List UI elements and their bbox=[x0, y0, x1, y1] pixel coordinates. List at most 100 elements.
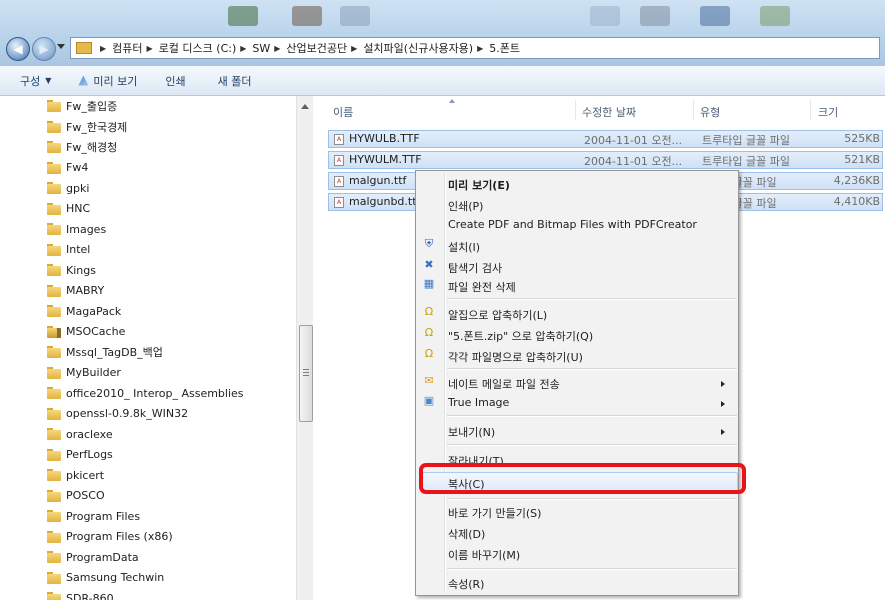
breadcrumb-item[interactable]: ▶ 설치파일(신규사용자용) bbox=[347, 40, 473, 56]
tree-item[interactable]: pkicert bbox=[0, 465, 296, 486]
nate-mail-icon: ✉ bbox=[424, 374, 434, 387]
navigation-tree: Fw_출입증 Fw_한국경제 Fw_해경청 Fw4 gpki HNC Images Intel… bbox=[0, 96, 296, 600]
tree-item[interactable]: HNC bbox=[0, 199, 296, 220]
file-type: 트루타입 글꼴 파일 bbox=[702, 155, 790, 168]
command-toolbar: 구성 ▼ 미리 보기 인쇄 새 폴더 bbox=[0, 66, 885, 96]
tree-item-label: MagaPack bbox=[66, 304, 122, 318]
true-image-icon: ▣ bbox=[423, 394, 435, 407]
menu-item-create-shortcut[interactable]: 바로 가기 만들기(S) bbox=[448, 505, 541, 521]
scroll-up-arrow-icon[interactable] bbox=[301, 104, 309, 109]
tree-item[interactable]: POSCO bbox=[0, 486, 296, 507]
new-folder-button[interactable]: 새 폴더 bbox=[196, 73, 262, 89]
column-header-name[interactable]: 이름 bbox=[333, 104, 353, 120]
breadcrumb-item[interactable]: ▶ 5.폰트 bbox=[473, 40, 520, 56]
tree-item[interactable]: Program Files (x86) bbox=[0, 527, 296, 548]
print-button[interactable]: 인쇄 bbox=[147, 73, 195, 89]
tree-item-label: Fw_해경청 bbox=[66, 141, 118, 155]
tree-item-label: Program Files bbox=[66, 509, 141, 523]
back-arrow-icon[interactable]: ◀ bbox=[6, 37, 30, 61]
tree-item[interactable]: oraclexe bbox=[0, 424, 296, 445]
column-divider[interactable] bbox=[693, 100, 694, 120]
tree-scrollbar[interactable] bbox=[296, 96, 314, 600]
folder-icon bbox=[47, 489, 61, 502]
taskbar-thumbnail bbox=[640, 6, 670, 26]
column-header-size[interactable]: 크기 bbox=[818, 104, 838, 120]
tree-item[interactable]: MyBuilder bbox=[0, 363, 296, 384]
forward-arrow-icon[interactable]: ▶ bbox=[32, 37, 56, 61]
tree-item-label: oraclexe bbox=[66, 427, 113, 441]
folder-icon bbox=[47, 100, 61, 113]
tree-item-label: POSCO bbox=[66, 489, 105, 503]
folder-icon bbox=[47, 243, 61, 256]
tree-item[interactable]: Fw4 bbox=[0, 158, 296, 179]
menu-item-send-to[interactable]: 보내기(N) bbox=[448, 424, 495, 440]
tree-item[interactable]: openssl-0.9.8k_WIN32 bbox=[0, 404, 296, 425]
menu-item-install[interactable]: 설치(I) bbox=[448, 239, 480, 255]
menu-item-alzip-each[interactable]: 각각 파일명으로 압축하기(U) bbox=[448, 349, 583, 365]
menu-item-delete[interactable]: 삭제(D) bbox=[448, 526, 485, 542]
submenu-arrow-icon bbox=[721, 381, 725, 387]
column-divider[interactable] bbox=[575, 100, 576, 120]
tree-item[interactable]: SDR-860 bbox=[0, 588, 296, 600]
menu-item-alzip-compress[interactable]: 알집으로 압축하기(L) bbox=[448, 307, 547, 323]
preview-label: 미리 보기 bbox=[93, 74, 138, 88]
column-divider[interactable] bbox=[810, 100, 811, 120]
menu-item-print[interactable]: 인쇄(P) bbox=[448, 198, 483, 214]
scrollbar-thumb[interactable] bbox=[299, 325, 313, 422]
taskbar-thumbnail bbox=[228, 6, 258, 26]
column-header-type[interactable]: 유형 bbox=[700, 104, 720, 120]
tree-item[interactable]: Intel bbox=[0, 240, 296, 261]
window-title-bar: ◀ ▶ ▶ 컴퓨터 ▶ 로컬 디스크 (C:) ▶ SW ▶ 산업보건공단 ▶ 설치파일(… bbox=[0, 0, 885, 66]
tree-item[interactable]: Samsung Techwin bbox=[0, 568, 296, 589]
tree-item[interactable]: Fw_한국경제 bbox=[0, 117, 296, 138]
file-size: 521KB bbox=[844, 153, 880, 166]
folder-icon bbox=[47, 284, 61, 297]
recent-pages-dropdown-icon[interactable] bbox=[57, 44, 65, 49]
file-row[interactable]: A HYWULB.TTF 2004-11-01 오전... 트루타입 글꼴 파일… bbox=[328, 130, 883, 148]
column-header-modified[interactable]: 수정한 날짜 bbox=[582, 104, 636, 120]
tree-item[interactable]: Fw_출입증 bbox=[0, 96, 296, 117]
tree-item[interactable]: PerfLogs bbox=[0, 445, 296, 466]
folder-icon bbox=[47, 448, 61, 461]
folder-icon bbox=[47, 366, 61, 379]
file-size: 4,410KB bbox=[833, 195, 880, 208]
menu-item-properties[interactable]: 속성(R) bbox=[448, 576, 484, 592]
preview-button[interactable]: 미리 보기 bbox=[61, 73, 147, 89]
tree-item[interactable]: Images bbox=[0, 219, 296, 240]
folder-icon bbox=[76, 42, 92, 54]
address-bar[interactable]: ▶ 컴퓨터 ▶ 로컬 디스크 (C:) ▶ SW ▶ 산업보건공단 ▶ 설치파일(신규사용… bbox=[70, 37, 880, 59]
tree-item-label: Intel bbox=[66, 243, 91, 257]
context-menu: 미리 보기(E) 인쇄(P) Create PDF and Bitmap Fil… bbox=[415, 170, 739, 596]
tree-item[interactable]: office2010_ Interop_ Assemblies bbox=[0, 383, 296, 404]
breadcrumb-item[interactable]: ▶ 컴퓨터 bbox=[96, 40, 143, 56]
tree-item-label: Images bbox=[66, 222, 107, 236]
tree-item-label: office2010_ Interop_ Assemblies bbox=[66, 386, 244, 400]
tree-item[interactable]: ProgramData bbox=[0, 547, 296, 568]
breadcrumb-item[interactable]: ▶ 로컬 디스크 (C:) bbox=[143, 40, 237, 56]
tree-item-label: ProgramData bbox=[66, 550, 139, 564]
tree-item[interactable]: Kings bbox=[0, 260, 296, 281]
menu-item-pdfcreator[interactable]: Create PDF and Bitmap Files with PDFCrea… bbox=[448, 218, 697, 231]
menu-item-explorer-scan[interactable]: 탐색기 검사 bbox=[448, 260, 502, 276]
font-file-icon: A bbox=[334, 176, 344, 187]
tree-item[interactable]: Program Files bbox=[0, 506, 296, 527]
tree-item[interactable]: Fw_해경청 bbox=[0, 137, 296, 158]
tree-item[interactable]: MSOCache bbox=[0, 322, 296, 343]
tree-item[interactable]: gpki bbox=[0, 178, 296, 199]
breadcrumb-item[interactable]: ▶ 산업보건공단 bbox=[270, 40, 347, 56]
breadcrumb-item[interactable]: ▶ SW bbox=[236, 42, 270, 55]
organize-button[interactable]: 구성 ▼ bbox=[0, 73, 61, 89]
menu-item-nate-send[interactable]: 네이트 메일로 파일 전송 bbox=[448, 376, 560, 392]
file-size: 525KB bbox=[844, 132, 880, 145]
menu-item-secure-delete[interactable]: 파일 완전 삭제 bbox=[448, 279, 516, 295]
file-row[interactable]: A HYWULM.TTF 2004-11-01 오전... 트루타입 글꼴 파일… bbox=[328, 151, 883, 169]
menu-item-rename[interactable]: 이름 바꾸기(M) bbox=[448, 547, 520, 563]
tree-item[interactable]: Mssql_TagDB_백업 bbox=[0, 342, 296, 363]
menu-item-alzip-compress-to[interactable]: "5.폰트.zip" 으로 압축하기(Q) bbox=[448, 328, 593, 344]
menu-item-true-image[interactable]: True Image bbox=[448, 396, 509, 409]
tree-item[interactable]: MagaPack bbox=[0, 301, 296, 322]
tree-item[interactable]: MABRY bbox=[0, 281, 296, 302]
menu-item-preview[interactable]: 미리 보기(E) bbox=[448, 177, 510, 193]
tree-item-label: MABRY bbox=[66, 284, 105, 298]
taskbar-thumbnail bbox=[760, 6, 790, 26]
